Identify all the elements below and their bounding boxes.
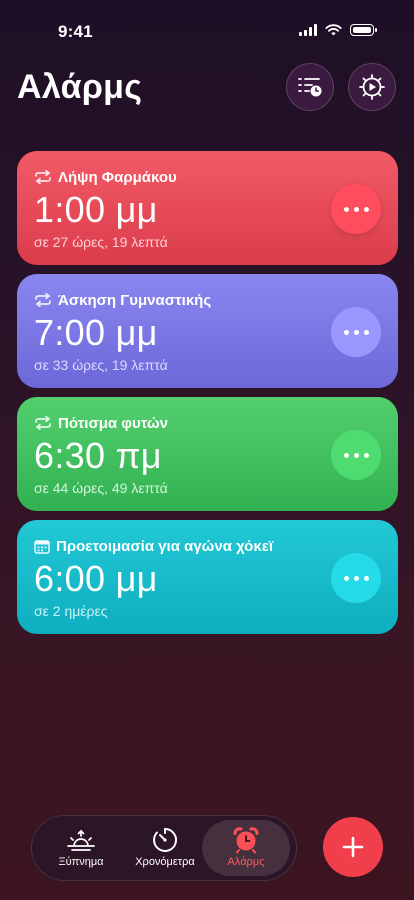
alarm-title: Προετοιμασία για αγώνα χόκεϊ [56, 537, 273, 555]
alarm-time: 7:00 μμ [34, 312, 158, 353]
timer-icon [153, 827, 178, 852]
ellipsis-icon [343, 452, 369, 458]
alarm-time: 1:00 μμ [34, 189, 158, 230]
list-clock-icon [298, 78, 322, 97]
add-alarm-button[interactable] [323, 817, 383, 877]
tab-alarms[interactable]: Αλάρμς [202, 820, 290, 876]
tab-timers[interactable]: Χρονόμετρα [121, 820, 209, 876]
alarm-card[interactable]: Προετοιμασία για αγώνα χόκεϊ 6:00 μμ σε … [17, 520, 398, 634]
repeat-icon [35, 416, 51, 430]
more-options-button[interactable] [331, 430, 381, 480]
tab-label: Χρονόμετρα [135, 856, 195, 868]
alarm-title: Λήψη Φαρμάκου [58, 168, 177, 186]
alarm-countdown: σε 2 ημέρες [34, 603, 108, 619]
schedule-list-button[interactable] [286, 63, 334, 111]
status-icons [299, 24, 377, 36]
alarm-title: Άσκηση Γυμναστικής [58, 291, 212, 309]
alarm-time: 6:30 πμ [34, 435, 162, 476]
more-options-button[interactable] [331, 184, 381, 234]
page-title: Αλάρμς [17, 68, 143, 106]
status-time: 9:41 [58, 22, 93, 41]
ellipsis-icon [343, 206, 369, 212]
settings-button[interactable] [348, 63, 396, 111]
alarm-title: Πότισμα φυτών [58, 414, 169, 432]
more-options-button[interactable] [331, 307, 381, 357]
battery-icon [350, 24, 377, 36]
sunrise-icon [67, 829, 95, 851]
plus-icon [342, 836, 364, 858]
alarm-clock-icon [233, 827, 259, 854]
cellular-signal-icon [299, 24, 317, 36]
alarm-time: 6:00 μμ [34, 558, 158, 599]
ellipsis-icon [343, 575, 369, 581]
alarm-card[interactable]: Πότισμα φυτών 6:30 πμ σε 44 ώρες, 49 λεπ… [17, 397, 398, 511]
wifi-icon [325, 24, 342, 36]
alarm-card[interactable]: Άσκηση Γυμναστικής 7:00 μμ σε 33 ώρες, 1… [17, 274, 398, 388]
tab-bar: Ξύπνημα Χρονόμετρα Αλάρμς [31, 815, 297, 881]
alarm-countdown: σε 33 ώρες, 19 λεπτά [34, 357, 168, 373]
alarm-card[interactable]: Λήψη Φαρμάκου 1:00 μμ σε 27 ώρες, 19 λεπ… [17, 151, 398, 265]
alarm-countdown: σε 44 ώρες, 49 λεπτά [34, 480, 168, 496]
ellipsis-icon [343, 329, 369, 335]
more-options-button[interactable] [331, 553, 381, 603]
repeat-icon [35, 170, 51, 184]
status-bar: 9:41 [0, 0, 414, 60]
repeat-icon [35, 293, 51, 307]
alarm-countdown: σε 27 ώρες, 19 λεπτά [34, 234, 168, 250]
gear-play-icon [359, 74, 385, 100]
calendar-icon [34, 539, 50, 554]
tab-wake[interactable]: Ξύπνημα [37, 820, 125, 876]
tab-label: Ξύπνημα [58, 856, 104, 868]
tab-label: Αλάρμς [227, 856, 265, 868]
